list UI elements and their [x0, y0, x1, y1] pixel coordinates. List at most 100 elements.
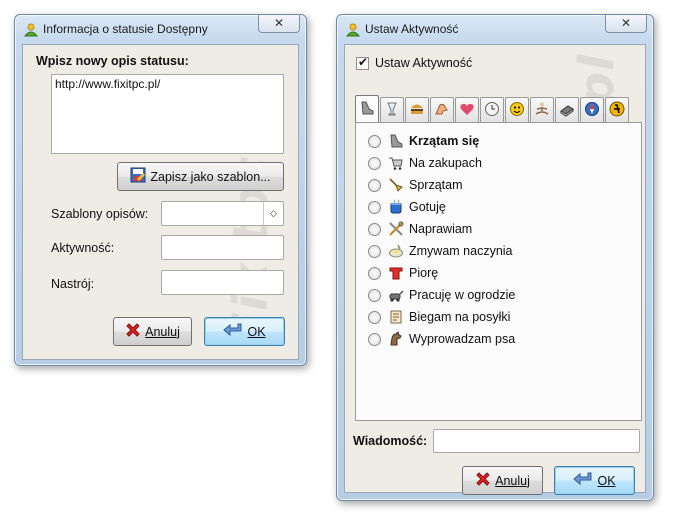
tab-shoe[interactable]	[355, 95, 379, 122]
list-item[interactable]: Pracuję w ogrodzie	[368, 285, 515, 305]
close-button[interactable]: ✕	[258, 15, 300, 33]
activity-label: Wyprowadzam psa	[409, 332, 516, 346]
glass-icon	[384, 101, 400, 120]
garden-icon	[387, 286, 405, 304]
list-item[interactable]: Zmywam naczynia	[368, 241, 513, 261]
cooking-pot-icon	[387, 198, 405, 216]
compass-icon	[584, 101, 600, 120]
tab-compass[interactable]	[580, 97, 604, 122]
activity-label: Pracuję w ogrodzie	[409, 288, 516, 302]
checkbox-box[interactable]: ✔	[356, 55, 369, 70]
set-activity-window: Ustaw Aktywność ✕ Fixitpc.pl ✔ Ustaw Akt…	[336, 14, 654, 501]
status-heading: Wpisz nowy opis statusu:	[36, 54, 189, 68]
errands-icon	[387, 308, 405, 326]
cancel-label: Anuluj	[495, 473, 530, 488]
category-tabs	[355, 95, 630, 122]
list-item[interactable]: Gotuję	[368, 197, 446, 217]
combo-arrow-icon: ◇	[263, 202, 283, 225]
list-item[interactable]: Na zakupach	[368, 153, 482, 173]
shoe-icon	[359, 100, 375, 119]
list-item[interactable]: Naprawiam	[368, 219, 472, 239]
smiley-icon	[509, 101, 525, 120]
book-icon	[559, 101, 575, 120]
message-label: Wiadomość:	[353, 434, 428, 448]
list-item[interactable]: Biegam na posyłki	[368, 307, 510, 327]
shoe-icon	[387, 132, 405, 150]
cancel-button[interactable]: Anuluj	[462, 466, 543, 495]
tab-muscle[interactable]	[430, 97, 454, 122]
tab-work-sign[interactable]	[605, 97, 629, 122]
cancel-button[interactable]: Anuluj	[113, 317, 192, 346]
activity-label: Aktywność:	[51, 241, 115, 255]
work-sign-icon	[609, 101, 625, 120]
radio-button[interactable]	[368, 288, 381, 302]
activity-label: Naprawiam	[409, 222, 473, 236]
activity-label: Zmywam naczynia	[409, 244, 513, 258]
radio-button[interactable]	[368, 244, 381, 258]
ok-label: OK	[247, 324, 266, 339]
status-available-icon	[345, 23, 361, 40]
list-item[interactable]: Sprzątam	[368, 175, 463, 195]
radio-button[interactable]	[368, 156, 381, 170]
broom-icon	[387, 176, 405, 194]
tab-meditation[interactable]	[530, 97, 554, 122]
ok-button[interactable]: OK	[554, 466, 635, 495]
status-available-icon	[23, 23, 39, 40]
radio-button[interactable]	[368, 310, 381, 324]
set-activity-checkbox[interactable]: ✔ Ustaw Aktywność	[356, 55, 473, 70]
title-bar[interactable]: Informacja o statusie Dostępny ✕	[15, 15, 306, 43]
meditation-icon	[534, 101, 550, 120]
title-bar[interactable]: Ustaw Aktywność ✕	[337, 15, 653, 43]
close-button[interactable]: ✕	[605, 15, 647, 33]
enter-arrow-icon	[573, 472, 593, 489]
message-input[interactable]	[433, 429, 640, 453]
muscle-arm-icon	[434, 101, 450, 120]
tab-burger[interactable]	[405, 97, 429, 122]
dishes-icon	[387, 242, 405, 260]
radio-button[interactable]	[368, 332, 381, 346]
activity-field[interactable]	[161, 235, 284, 260]
window-client-area: Fixitpc.pl ✔ Ustaw Aktywność Krzątam się	[344, 44, 646, 495]
radio-button[interactable]	[368, 266, 381, 280]
shopping-cart-icon	[387, 154, 405, 172]
burger-icon	[409, 101, 425, 120]
status-text-area[interactable]: http://www.fixitpc.pl/	[51, 74, 284, 154]
tab-glass[interactable]	[380, 97, 404, 122]
cancel-label: Anuluj	[145, 324, 180, 339]
laundry-icon	[387, 264, 405, 282]
hearts-icon	[459, 101, 475, 120]
mood-field[interactable]	[161, 270, 284, 295]
tools-icon	[387, 220, 405, 238]
cancel-x-icon	[475, 471, 491, 490]
radio-button[interactable]	[368, 200, 381, 214]
cancel-x-icon	[125, 322, 141, 341]
radio-button[interactable]	[368, 178, 381, 192]
enter-arrow-icon	[223, 323, 243, 340]
list-item[interactable]: Wyprowadzam psa	[368, 329, 515, 349]
list-item[interactable]: Krzątam się	[368, 131, 479, 151]
tab-clock[interactable]	[480, 97, 504, 122]
list-item[interactable]: Piorę	[368, 263, 438, 283]
clock-icon	[484, 101, 500, 120]
tab-book[interactable]	[555, 97, 579, 122]
status-info-window: Informacja o statusie Dostępny ✕ Fixitpc…	[14, 14, 307, 366]
save-disk-icon	[130, 167, 146, 186]
activity-list-panel: Krzątam się Na zakupach Sprzątam Gotuję	[355, 122, 642, 421]
activity-label: Sprzątam	[409, 178, 463, 192]
window-title: Informacja o statusie Dostępny	[43, 22, 208, 36]
activity-label: Biegam na posyłki	[409, 310, 511, 324]
tab-hearts[interactable]	[455, 97, 479, 122]
save-template-label: Zapisz jako szablon...	[150, 169, 271, 184]
dog-icon	[387, 330, 405, 348]
templates-combobox[interactable]: ◇	[161, 201, 284, 226]
window-client-area: Fixitpc.pl Wpisz nowy opis statusu: http…	[22, 44, 299, 360]
save-template-button[interactable]: Zapisz jako szablon...	[117, 162, 284, 191]
radio-button[interactable]	[368, 134, 381, 148]
ok-button[interactable]: OK	[204, 317, 285, 346]
window-title: Ustaw Aktywność	[365, 22, 459, 36]
activity-label: Na zakupach	[409, 156, 482, 170]
checkbox-label: Ustaw Aktywność	[375, 56, 473, 70]
ok-label: OK	[597, 473, 616, 488]
tab-smiley[interactable]	[505, 97, 529, 122]
radio-button[interactable]	[368, 222, 381, 236]
